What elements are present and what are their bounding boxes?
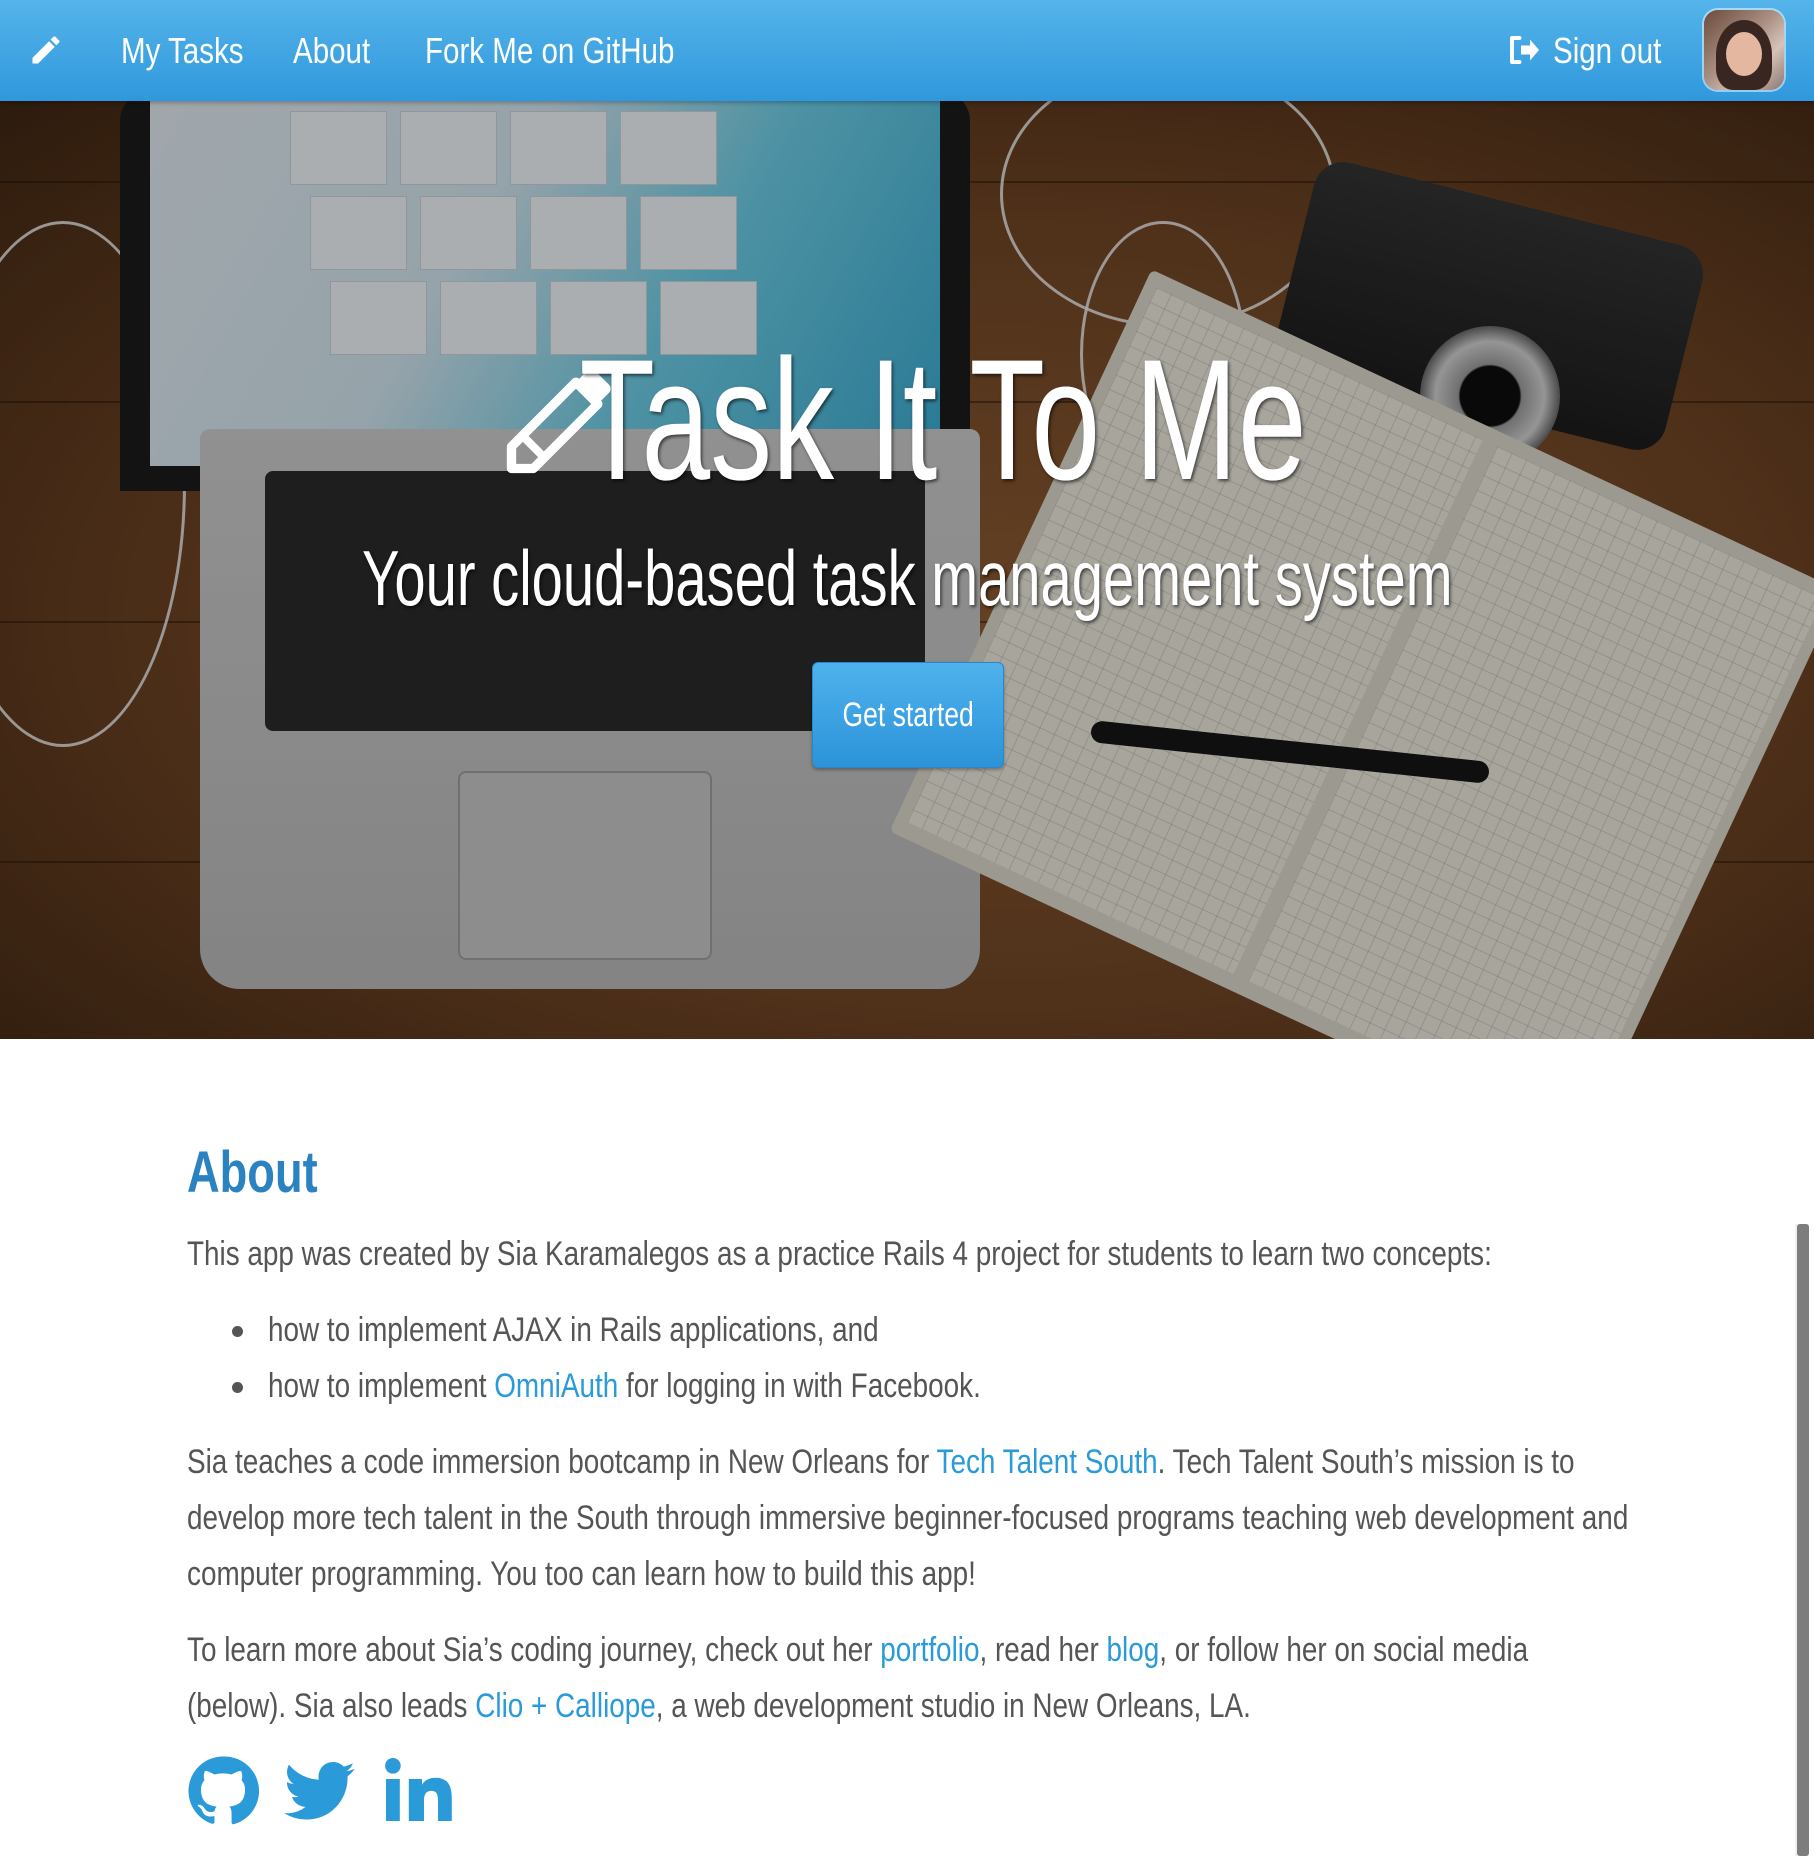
about-intro: This app was created by Sia Karamalegos … [187,1235,1492,1273]
learn-paragraph-line2: (below). Sia also leads Clio + Calliope,… [187,1687,1251,1725]
github-icon[interactable] [187,1755,259,1827]
list-item: how to implement OmniAuth for logging in… [268,1367,981,1405]
portfolio-link[interactable]: portfolio [880,1631,979,1669]
hero-subtitle: Your cloud-based task management system [361,534,1453,622]
sign-out-link[interactable]: Sign out [1553,24,1661,78]
get-started-button[interactable]: Get started [812,662,1004,768]
nav-about[interactable]: About [293,24,370,78]
list-item: how to implement AJAX in Rails applicati… [268,1311,879,1349]
teach-paragraph-line2: develop more tech talent in the South th… [187,1499,1629,1537]
about-heading: About [187,1140,318,1205]
blog-link[interactable]: blog [1107,1631,1160,1669]
learn-paragraph-line1: To learn more about Sia’s coding journey… [187,1631,1529,1669]
linkedin-icon[interactable] [383,1755,455,1827]
tech-talent-south-link[interactable]: Tech Talent South [937,1443,1158,1481]
omniauth-link[interactable]: OmniAuth [494,1367,618,1405]
twitter-icon[interactable] [284,1755,356,1827]
avatar[interactable] [1704,10,1784,90]
top-navbar: My Tasks About Fork Me on GitHub Sign ou… [0,0,1814,101]
hero-title: Task It To Me [579,324,1307,516]
nav-fork-github[interactable]: Fork Me on GitHub [425,24,674,78]
nav-my-tasks[interactable]: My Tasks [121,24,243,78]
clio-calliope-link[interactable]: Clio + Calliope [475,1687,656,1725]
scrollbar-thumb[interactable] [1797,1224,1809,1856]
get-started-label: Get started [842,696,974,734]
teach-paragraph-line3: computer programming. You too can learn … [187,1555,976,1593]
pencil-icon[interactable] [28,32,64,68]
sign-out-icon[interactable] [1506,32,1542,68]
teach-paragraph-line1: Sia teaches a code immersion bootcamp in… [187,1443,1575,1481]
